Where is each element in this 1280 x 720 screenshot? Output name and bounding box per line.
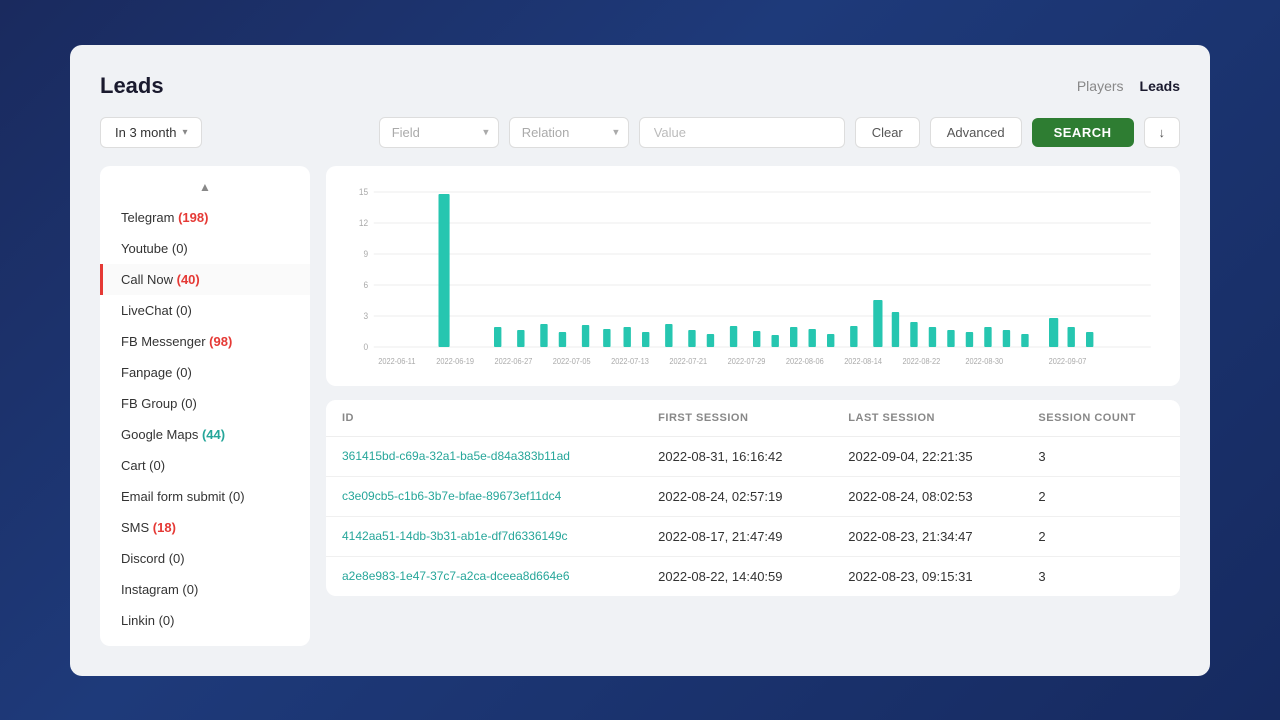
discord-count: (0)	[169, 551, 185, 566]
telegram-count: (198)	[178, 210, 208, 225]
cart-count: (0)	[149, 458, 165, 473]
svg-text:2022-07-13: 2022-07-13	[611, 356, 649, 365]
row-first-session: 2022-08-17, 21:47:49	[642, 516, 832, 556]
svg-text:15: 15	[359, 186, 368, 196]
row-session-count: 2	[1022, 516, 1180, 556]
download-button[interactable]: ↓	[1144, 117, 1181, 148]
col-id: ID	[326, 400, 642, 437]
row-id[interactable]: a2e8e983-1e47-37c7-a2ca-dceea8d664e6	[326, 556, 642, 596]
field-select[interactable]: Field	[379, 117, 499, 148]
col-session-count: SESSION COUNT	[1022, 400, 1180, 437]
period-button[interactable]: In 3 month ▾	[100, 117, 202, 148]
svg-text:6: 6	[364, 279, 369, 289]
col-first-session: FIRST SESSION	[642, 400, 832, 437]
row-first-session: 2022-08-22, 14:40:59	[642, 556, 832, 596]
table-row: 4142aa51-14db-3b31-ab1e-df7d6336149c 202…	[326, 516, 1180, 556]
fanpage-count: (0)	[176, 365, 192, 380]
sidebar-item-discord[interactable]: Discord (0)	[100, 543, 310, 574]
emailform-count: (0)	[229, 489, 245, 504]
instagram-count: (0)	[182, 582, 198, 597]
leads-chart: 0 3 6 9 12 15	[346, 182, 1160, 372]
nav-players[interactable]: Players	[1077, 78, 1124, 94]
fbgroup-count: (0)	[181, 396, 197, 411]
sidebar-item-googlemaps[interactable]: Google Maps (44)	[100, 419, 310, 450]
svg-text:2022-08-30: 2022-08-30	[965, 356, 1003, 365]
livechat-count: (0)	[176, 303, 192, 318]
row-id[interactable]: 4142aa51-14db-3b31-ab1e-df7d6336149c	[326, 516, 642, 556]
svg-text:2022-06-27: 2022-06-27	[495, 356, 533, 365]
svg-text:2022-09-07: 2022-09-07	[1049, 356, 1087, 365]
filter-row: In 3 month ▾ Field Relation Clear Advanc…	[100, 117, 1180, 148]
sidebar-collapse-button[interactable]: ▲	[100, 176, 310, 202]
table-body: 361415bd-c69a-32a1-ba5e-d84a383b11ad 202…	[326, 436, 1180, 596]
row-first-session: 2022-08-24, 02:57:19	[642, 476, 832, 516]
chevron-down-icon: ▾	[182, 127, 187, 138]
period-label: In 3 month	[115, 125, 176, 140]
row-session-count: 3	[1022, 436, 1180, 476]
table-container: ID FIRST SESSION LAST SESSION SESSION CO…	[326, 400, 1180, 596]
leads-table: ID FIRST SESSION LAST SESSION SESSION CO…	[326, 400, 1180, 596]
sidebar-item-fanpage[interactable]: Fanpage (0)	[100, 357, 310, 388]
sidebar-item-emailform[interactable]: Email form submit (0)	[100, 481, 310, 512]
row-id[interactable]: c3e09cb5-c1b6-3b7e-bfae-89673ef11dc4	[326, 476, 642, 516]
row-last-session: 2022-08-24, 08:02:53	[832, 476, 1022, 516]
sidebar-item-fbmessenger[interactable]: FB Messenger (98)	[100, 326, 310, 357]
svg-text:2022-08-14: 2022-08-14	[844, 356, 882, 365]
header-row: Leads Players Leads	[100, 73, 1180, 99]
table-row: a2e8e983-1e47-37c7-a2ca-dceea8d664e6 202…	[326, 556, 1180, 596]
col-last-session: LAST SESSION	[832, 400, 1022, 437]
row-first-session: 2022-08-31, 16:16:42	[642, 436, 832, 476]
row-last-session: 2022-08-23, 09:15:31	[832, 556, 1022, 596]
row-session-count: 2	[1022, 476, 1180, 516]
callnow-count: (40)	[177, 272, 200, 287]
svg-text:2022-06-11: 2022-06-11	[378, 356, 415, 365]
nav-links: Players Leads	[1077, 78, 1180, 94]
linkin-count: (0)	[159, 613, 175, 628]
svg-text:2022-07-21: 2022-07-21	[669, 356, 707, 365]
sidebar-item-callnow[interactable]: Call Now (40)	[100, 264, 310, 295]
clear-button[interactable]: Clear	[855, 117, 920, 148]
svg-text:9: 9	[364, 248, 369, 258]
row-last-session: 2022-09-04, 22:21:35	[832, 436, 1022, 476]
svg-text:3: 3	[364, 310, 369, 320]
field-select-wrapper: Field	[379, 117, 499, 148]
row-session-count: 3	[1022, 556, 1180, 596]
svg-text:2022-06-19: 2022-06-19	[436, 356, 474, 365]
search-button[interactable]: SEARCH	[1032, 118, 1134, 147]
table-row: c3e09cb5-c1b6-3b7e-bfae-89673ef11dc4 202…	[326, 476, 1180, 516]
chart-container: 0 3 6 9 12 15	[326, 166, 1180, 386]
sidebar-item-telegram[interactable]: Telegram (198)	[100, 202, 310, 233]
sidebar-item-livechat[interactable]: LiveChat (0)	[100, 295, 310, 326]
fbmessenger-count: (98)	[209, 334, 232, 349]
value-input[interactable]	[639, 117, 845, 148]
sidebar-item-linkin[interactable]: Linkin (0)	[100, 605, 310, 636]
right-panel: 0 3 6 9 12 15	[326, 166, 1180, 646]
svg-text:0: 0	[364, 341, 369, 351]
sidebar: ▲ Telegram (198) Youtube (0) Call Now (4…	[100, 166, 310, 646]
page-title: Leads	[100, 73, 164, 99]
nav-leads[interactable]: Leads	[1140, 78, 1180, 94]
row-last-session: 2022-08-23, 21:34:47	[832, 516, 1022, 556]
sidebar-item-youtube[interactable]: Youtube (0)	[100, 233, 310, 264]
svg-text:2022-07-05: 2022-07-05	[553, 356, 591, 365]
svg-text:2022-07-29: 2022-07-29	[728, 356, 766, 365]
sidebar-item-sms[interactable]: SMS (18)	[100, 512, 310, 543]
row-id[interactable]: 361415bd-c69a-32a1-ba5e-d84a383b11ad	[326, 436, 642, 476]
googlemaps-count: (44)	[202, 427, 225, 442]
youtube-count: (0)	[172, 241, 188, 256]
relation-select-wrapper: Relation	[509, 117, 629, 148]
relation-select[interactable]: Relation	[509, 117, 629, 148]
sidebar-item-instagram[interactable]: Instagram (0)	[100, 574, 310, 605]
sidebar-item-fbgroup[interactable]: FB Group (0)	[100, 388, 310, 419]
table-row: 361415bd-c69a-32a1-ba5e-d84a383b11ad 202…	[326, 436, 1180, 476]
main-card: Leads Players Leads In 3 month ▾ Field R…	[70, 45, 1210, 676]
advanced-button[interactable]: Advanced	[930, 117, 1022, 148]
svg-text:2022-08-22: 2022-08-22	[902, 356, 940, 365]
sidebar-item-cart[interactable]: Cart (0)	[100, 450, 310, 481]
main-content: ▲ Telegram (198) Youtube (0) Call Now (4…	[100, 166, 1180, 646]
sms-count: (18)	[153, 520, 176, 535]
table-header: ID FIRST SESSION LAST SESSION SESSION CO…	[326, 400, 1180, 437]
svg-text:12: 12	[359, 217, 368, 227]
svg-text:2022-08-06: 2022-08-06	[786, 356, 824, 365]
